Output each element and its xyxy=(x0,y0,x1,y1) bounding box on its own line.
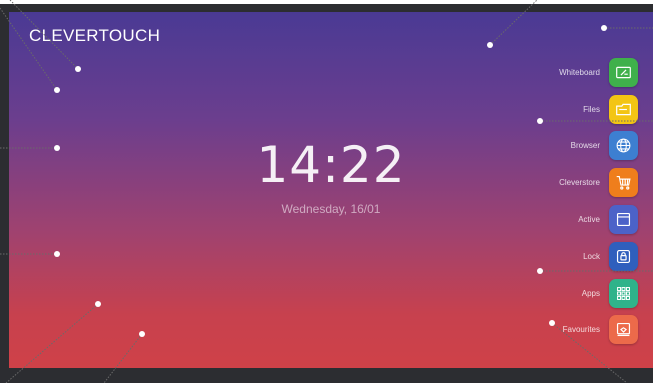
favourites-icon[interactable] xyxy=(609,315,638,345)
home-screen: CLEVERTOUCH 14:22 Wednesday, 16/01 White… xyxy=(9,12,653,368)
menu-item-apps[interactable]: Apps xyxy=(518,275,638,312)
menu-item-label: Favourites xyxy=(562,325,600,335)
menu-item-lock[interactable]: Lock xyxy=(518,238,638,275)
menu-item-active[interactable]: Active xyxy=(518,201,638,238)
menu-item-whiteboard[interactable]: Whiteboard xyxy=(518,54,638,91)
menu-item-label: Lock xyxy=(583,251,600,261)
menu-item-label: Files xyxy=(583,104,600,114)
window-icon[interactable] xyxy=(609,205,638,235)
menu-item-favourites[interactable]: Favourites xyxy=(518,312,638,349)
menu-item-label: Browser xyxy=(570,141,600,151)
globe-icon[interactable] xyxy=(609,131,638,161)
menu-item-browser[interactable]: Browser xyxy=(518,128,638,165)
menu-item-label: Whiteboard xyxy=(559,67,600,77)
lock-icon[interactable] xyxy=(609,241,638,271)
menu-item-files[interactable]: Files xyxy=(518,91,638,128)
side-menu: Whiteboard Files Browser Cleverstore Act… xyxy=(518,54,638,348)
menu-item-label: Apps xyxy=(581,288,600,298)
cart-icon[interactable] xyxy=(609,168,638,198)
menu-item-label: Cleverstore xyxy=(559,178,600,188)
brand-logo: CLEVERTOUCH xyxy=(29,26,161,45)
whiteboard-icon[interactable] xyxy=(609,57,638,87)
menu-item-cleverstore[interactable]: Cleverstore xyxy=(518,164,638,201)
folder-icon[interactable] xyxy=(609,94,638,124)
menu-item-label: Active xyxy=(578,215,600,225)
grid-icon[interactable] xyxy=(609,278,638,308)
